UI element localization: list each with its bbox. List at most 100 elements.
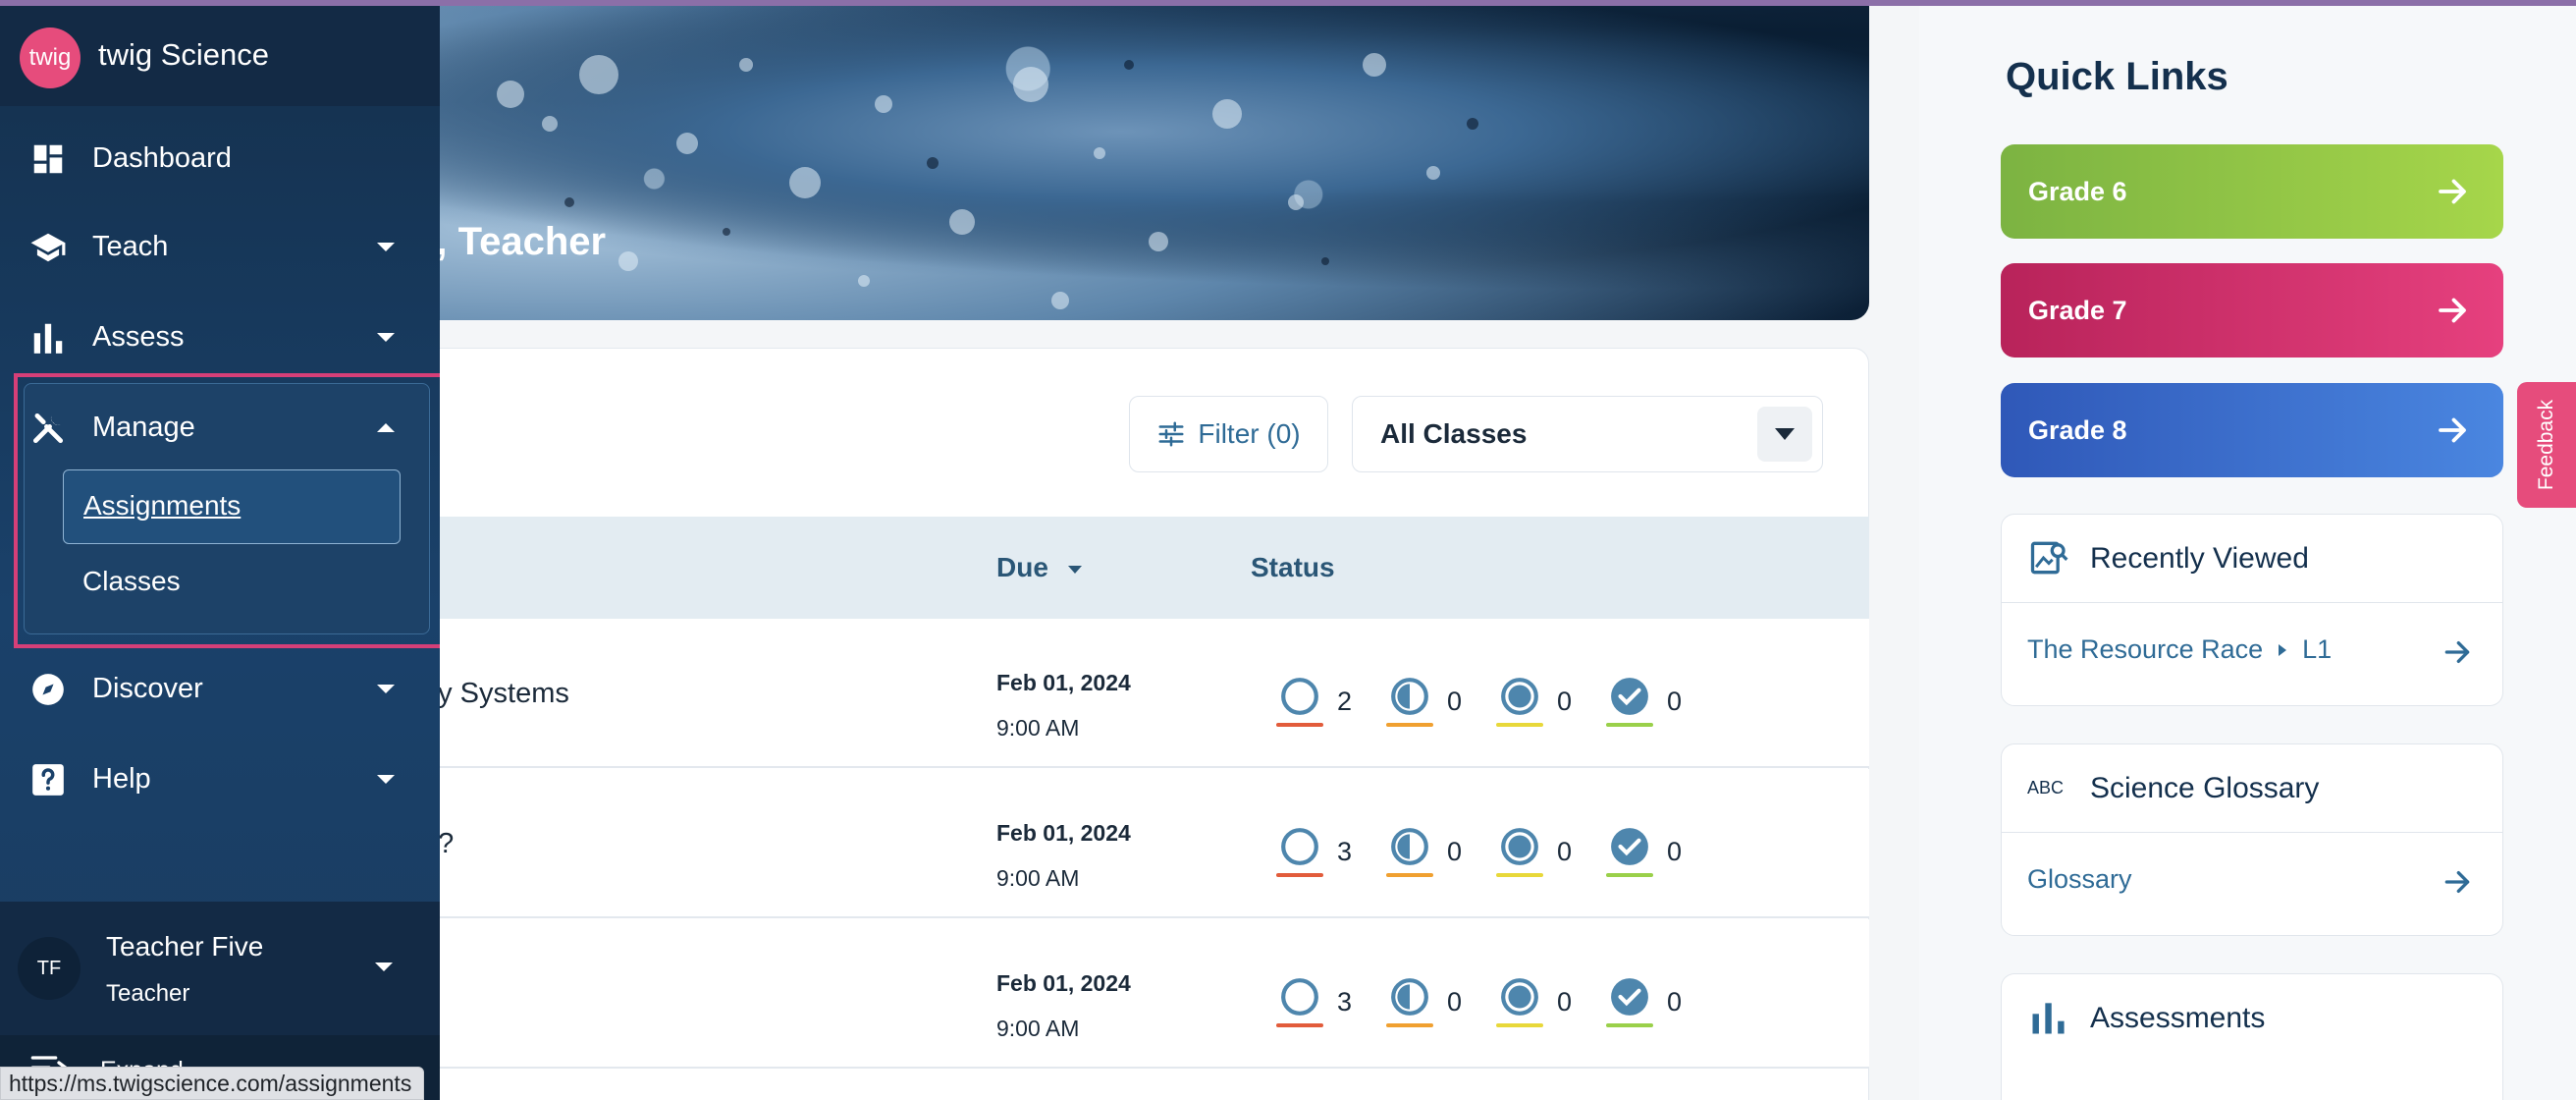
status-in-progress: 0 — [1386, 826, 1462, 877]
grade-8-link[interactable]: Grade 8 — [2001, 383, 2503, 477]
image-search-icon — [2030, 541, 2068, 575]
arrow-right-icon — [2439, 179, 2466, 204]
due-time: 9:00 AM — [996, 1016, 1080, 1041]
glossary-link[interactable]: Glossary — [2027, 864, 2132, 895]
status-count: 0 — [1557, 686, 1573, 716]
chevron-down-icon — [377, 243, 395, 251]
status-not-started: 3 — [1276, 826, 1352, 877]
filled-circle-icon — [1501, 978, 1538, 1016]
avatar: TF — [18, 937, 80, 1000]
status-graded: 0 — [1606, 976, 1682, 1027]
graduation-cap-icon — [30, 233, 66, 262]
status-graded: 0 — [1606, 826, 1682, 877]
assessments-header: Assessments — [2002, 974, 2502, 1063]
status-count: 0 — [1667, 686, 1683, 716]
sidebar-item-label: Discover — [92, 673, 203, 704]
status-count: 2 — [1337, 686, 1353, 716]
sidebar-item-assess[interactable]: Assess — [0, 300, 440, 378]
status-count: 0 — [1667, 836, 1683, 866]
sidebar-item-label: Dashboard — [92, 142, 232, 174]
table-header: Due Status — [422, 517, 1869, 619]
due-time: 9:00 AM — [996, 865, 1080, 891]
status-not-started: 3 — [1276, 976, 1352, 1027]
table-row[interactable]: dy Systems Feb 01, 2024 9:00 AM 2 0 0 0 — [422, 619, 1869, 768]
user-profile[interactable]: TF Teacher Five Teacher — [0, 902, 440, 1035]
half-circle-icon — [1391, 978, 1428, 1016]
submenu-item-assignments[interactable]: Assignments — [63, 469, 401, 544]
status-count: 0 — [1557, 836, 1573, 866]
due-column-header[interactable]: Due — [996, 552, 1082, 583]
logo-text: twig — [28, 44, 72, 71]
assignment-title[interactable]: dy Systems — [422, 678, 569, 710]
dashboard-icon — [33, 144, 63, 174]
class-select-toggle[interactable] — [1757, 407, 1812, 462]
assessments-title: Assessments — [2090, 1002, 2266, 1034]
check-circle-icon — [1611, 978, 1648, 1016]
caret-down-icon — [1775, 428, 1795, 440]
sidebar-item-label: Help — [92, 763, 151, 795]
grade-7-link[interactable]: Grade 7 — [2001, 263, 2503, 358]
arrow-right-icon — [2439, 298, 2466, 323]
sidebar-item-label: Assess — [92, 321, 185, 353]
arrow-right-icon — [2439, 417, 2466, 443]
arrow-right-icon[interactable] — [2442, 636, 2473, 668]
empty-circle-icon — [1281, 978, 1318, 1016]
status-not-started: 2 — [1276, 676, 1352, 727]
table-row[interactable]: Feb 01, 2024 9:00 AM 3 0 0 0 — [422, 919, 1869, 1069]
sidebar-item-dashboard[interactable]: Dashboard — [0, 121, 440, 199]
compass-icon — [32, 674, 64, 705]
table-row[interactable]: n? Feb 01, 2024 9:00 AM 3 0 0 0 — [422, 769, 1869, 918]
status-count: 0 — [1447, 986, 1463, 1017]
filter-sliders-icon — [1158, 421, 1184, 447]
status-count: 0 — [1557, 986, 1573, 1017]
sidebar-item-help[interactable]: Help — [0, 742, 440, 820]
sidebar-item-discover[interactable]: Discover — [0, 651, 440, 730]
due-time: 9:00 AM — [996, 715, 1080, 741]
half-circle-icon — [1391, 678, 1428, 715]
caret-right-icon — [2279, 643, 2287, 656]
bar-chart-icon — [2032, 1003, 2065, 1034]
filter-button[interactable]: Filter (0) — [1129, 396, 1328, 472]
check-circle-icon — [1611, 678, 1648, 715]
status-count: 3 — [1337, 836, 1353, 866]
filled-circle-icon — [1501, 678, 1538, 715]
recently-viewed-header: Recently Viewed — [2002, 515, 2502, 603]
assessments-card: Assessments — [2001, 973, 2503, 1100]
half-circle-icon — [1391, 828, 1428, 865]
user-name: Teacher Five — [106, 931, 264, 962]
help-icon — [32, 764, 64, 796]
status-graded: 0 — [1606, 676, 1682, 727]
status-count: 0 — [1447, 686, 1463, 716]
due-date: Feb 01, 2024 — [996, 670, 1131, 695]
sidebar-item-teach[interactable]: Teach — [0, 209, 440, 288]
chevron-down-icon — [375, 962, 393, 971]
status-count: 3 — [1337, 986, 1353, 1017]
submenu-label: Assignments — [83, 490, 242, 521]
class-select[interactable]: All Classes — [1352, 396, 1823, 472]
chevron-down-icon — [377, 333, 395, 342]
avatar-initials: TF — [36, 957, 62, 979]
chevron-up-icon — [377, 423, 395, 432]
grade-6-link[interactable]: Grade 6 — [2001, 144, 2503, 239]
abc-icon: ABC — [2027, 778, 2065, 798]
sidebar-item-manage[interactable]: Manage — [0, 390, 440, 468]
recently-viewed-item[interactable]: The Resource Race L1 — [2027, 634, 2332, 665]
status-in-progress: 0 — [1386, 676, 1462, 727]
filter-label: Filter (0) — [1198, 418, 1301, 449]
brand-header[interactable]: twig twig Science — [0, 6, 440, 106]
recently-viewed-title: Recently Viewed — [2090, 542, 2309, 575]
grade-label: Grade 7 — [2028, 295, 2127, 325]
submenu-item-classes[interactable]: Classes — [82, 566, 181, 597]
tools-icon — [32, 412, 64, 444]
status-submitted: 0 — [1496, 676, 1572, 727]
status-count: 0 — [1667, 986, 1683, 1017]
user-role: Teacher — [106, 980, 190, 1007]
grade-label: Grade 8 — [2028, 414, 2127, 445]
due-header-label: Due — [996, 552, 1048, 582]
feedback-tab[interactable]: Feedback — [2517, 382, 2576, 508]
arrow-right-icon[interactable] — [2442, 866, 2473, 898]
science-glossary-title: Science Glossary — [2090, 772, 2320, 804]
feedback-label: Feedback — [2535, 399, 2558, 491]
sidebar-item-label: Teach — [92, 231, 169, 262]
check-circle-icon — [1611, 828, 1648, 865]
